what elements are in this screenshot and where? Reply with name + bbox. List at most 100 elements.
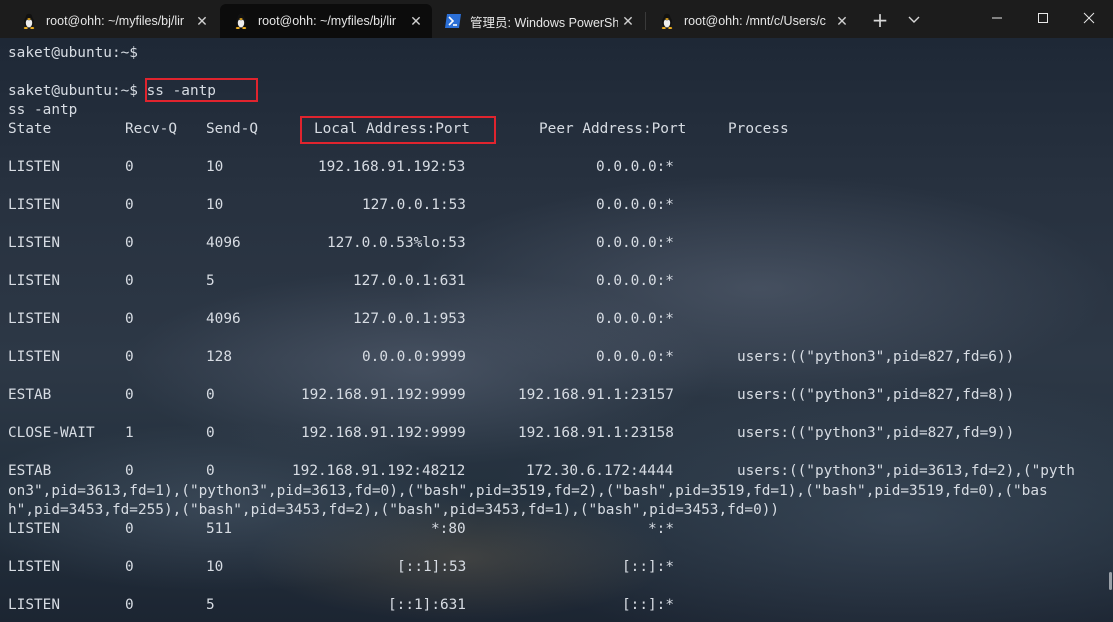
row-peer-address: 0.0.0.0:* (596, 235, 674, 251)
row-process: users:(("python3",pid=827,fd=6)) (737, 349, 1015, 365)
tab-title: root@ohh: ~/myfiles/bj/lir (258, 14, 397, 28)
row-state: LISTEN (8, 273, 60, 289)
row-state: LISTEN (8, 235, 60, 251)
tab-3[interactable]: 管理员: Windows PowerSh ✕ (432, 4, 644, 38)
row-peer-address: 0.0.0.0:* (596, 159, 674, 175)
row-process: users:(("python3",pid=827,fd=9)) (737, 425, 1015, 441)
row-send-q: 10 (206, 159, 224, 175)
prompt: saket@ubuntu:~$ (8, 83, 138, 99)
linux-penguin-icon (232, 12, 250, 30)
column-header-send-q: Send-Q (206, 121, 258, 137)
row-local-address: 192.168.91.192:53 (318, 159, 466, 175)
row-peer-address: [::]:* (622, 559, 674, 575)
row-send-q: 0 (206, 387, 215, 403)
row-send-q: 10 (206, 197, 224, 213)
row-send-q: 128 (206, 349, 232, 365)
row-state: LISTEN (8, 349, 60, 365)
row-recv-q: 0 (125, 387, 134, 403)
minimize-button[interactable] (974, 0, 1020, 36)
row-state: LISTEN (8, 521, 60, 537)
row-send-q: 5 (206, 597, 215, 613)
row-send-q: 0 (206, 425, 215, 441)
row-recv-q: 0 (125, 235, 134, 251)
row-state: LISTEN (8, 159, 60, 175)
row-send-q: 511 (206, 521, 232, 537)
row-peer-address: [::]:* (622, 597, 674, 613)
terminal-output[interactable]: saket@ubuntu:~$ saket@ubuntu:~$ ss -antp… (0, 38, 1113, 622)
linux-penguin-icon (658, 12, 676, 30)
tab-2-active[interactable]: root@ohh: ~/myfiles/bj/lir ✕ (220, 4, 432, 38)
row-recv-q: 0 (125, 311, 134, 327)
column-header-state: State (8, 121, 52, 137)
row-local-address: [::1]:631 (388, 597, 466, 613)
row-local-address: 192.168.91.192:9999 (301, 387, 466, 403)
row-local-address: 127.0.0.1:953 (353, 311, 466, 327)
row-peer-address: 0.0.0.0:* (596, 197, 674, 213)
tab-title: root@ohh: /mnt/c/Users/c (684, 14, 826, 28)
row-peer-address: 0.0.0.0:* (596, 349, 674, 365)
row-recv-q: 0 (125, 521, 134, 537)
row-local-address: [::1]:53 (397, 559, 467, 575)
title-bar: root@ohh: ~/myfiles/bj/lir ✕ root@ohh: ~… (0, 0, 1113, 38)
new-tab-button[interactable]: + (866, 4, 894, 36)
row-local-address: 127.0.0.1:53 (362, 197, 466, 213)
row-recv-q: 0 (125, 159, 134, 175)
row-recv-q: 0 (125, 349, 134, 365)
row-state: LISTEN (8, 559, 60, 575)
chevron-down-icon (908, 16, 920, 23)
close-icon (1083, 12, 1095, 24)
process-wrap-line: on3",pid=3613,fd=1),("python3",pid=3613,… (8, 483, 1048, 499)
tab-dropdown-button[interactable] (900, 4, 928, 36)
row-local-address: 192.168.91.192:48212 (292, 463, 466, 479)
prompt-line: saket@ubuntu:~$ (8, 45, 138, 61)
row-peer-address: 192.168.91.1:23157 (518, 387, 674, 403)
command-echo: ss -antp (8, 102, 78, 118)
tab-1[interactable]: root@ohh: ~/myfiles/bj/lir ✕ (8, 4, 218, 38)
row-recv-q: 1 (125, 425, 134, 441)
row-state: CLOSE-WAIT (8, 425, 95, 441)
row-local-address: 0.0.0.0:9999 (362, 349, 466, 365)
column-header-local-address: Local Address:Port (314, 121, 470, 137)
close-icon[interactable]: ✕ (192, 13, 212, 30)
tab-title: 管理员: Windows PowerSh (470, 15, 618, 30)
row-state: ESTAB (8, 387, 52, 403)
row-send-q: 4096 (206, 311, 241, 327)
row-send-q: 10 (206, 559, 224, 575)
row-peer-address: 0.0.0.0:* (596, 311, 674, 327)
process-wrap-line: h",pid=3453,fd=255),("bash",pid=3453,fd=… (8, 502, 780, 518)
command-text: ss -antp (146, 83, 216, 99)
row-recv-q: 0 (125, 273, 134, 289)
close-icon[interactable]: ✕ (406, 13, 426, 30)
row-process: users:(("python3",pid=827,fd=8)) (737, 387, 1015, 403)
row-recv-q: 0 (125, 463, 134, 479)
tab-4[interactable]: root@ohh: /mnt/c/Users/c ✕ (646, 4, 858, 38)
maximize-button[interactable] (1020, 0, 1066, 36)
close-window-button[interactable] (1066, 0, 1112, 36)
row-process: users:(("python3",pid=3613,fd=2),("pyth (737, 463, 1075, 479)
row-local-address: 192.168.91.192:9999 (301, 425, 466, 441)
row-state: LISTEN (8, 311, 60, 327)
row-local-address: 127.0.0.53%lo:53 (327, 235, 466, 251)
row-recv-q: 0 (125, 197, 134, 213)
column-header-recv-q: Recv-Q (125, 121, 177, 137)
row-state: ESTAB (8, 463, 52, 479)
row-recv-q: 0 (125, 559, 134, 575)
row-send-q: 0 (206, 463, 215, 479)
close-icon[interactable]: ✕ (832, 13, 852, 30)
column-header-peer-address: Peer Address:Port (539, 121, 687, 137)
row-local-address: *:80 (431, 521, 466, 537)
tab-title: root@ohh: ~/myfiles/bj/lir (46, 14, 185, 28)
minimize-icon (992, 17, 1002, 19)
prompt-line: saket@ubuntu:~$ ss -antp (8, 82, 216, 101)
scrollbar-thumb[interactable] (1109, 572, 1112, 590)
row-peer-address: 192.168.91.1:23158 (518, 425, 674, 441)
close-icon[interactable]: ✕ (618, 13, 638, 30)
row-peer-address: *:* (648, 521, 674, 537)
row-send-q: 4096 (206, 235, 241, 251)
maximize-icon (1038, 13, 1048, 23)
row-recv-q: 0 (125, 597, 134, 613)
powershell-icon (444, 12, 462, 30)
row-local-address: 127.0.0.1:631 (353, 273, 466, 289)
row-send-q: 5 (206, 273, 215, 289)
row-peer-address: 0.0.0.0:* (596, 273, 674, 289)
